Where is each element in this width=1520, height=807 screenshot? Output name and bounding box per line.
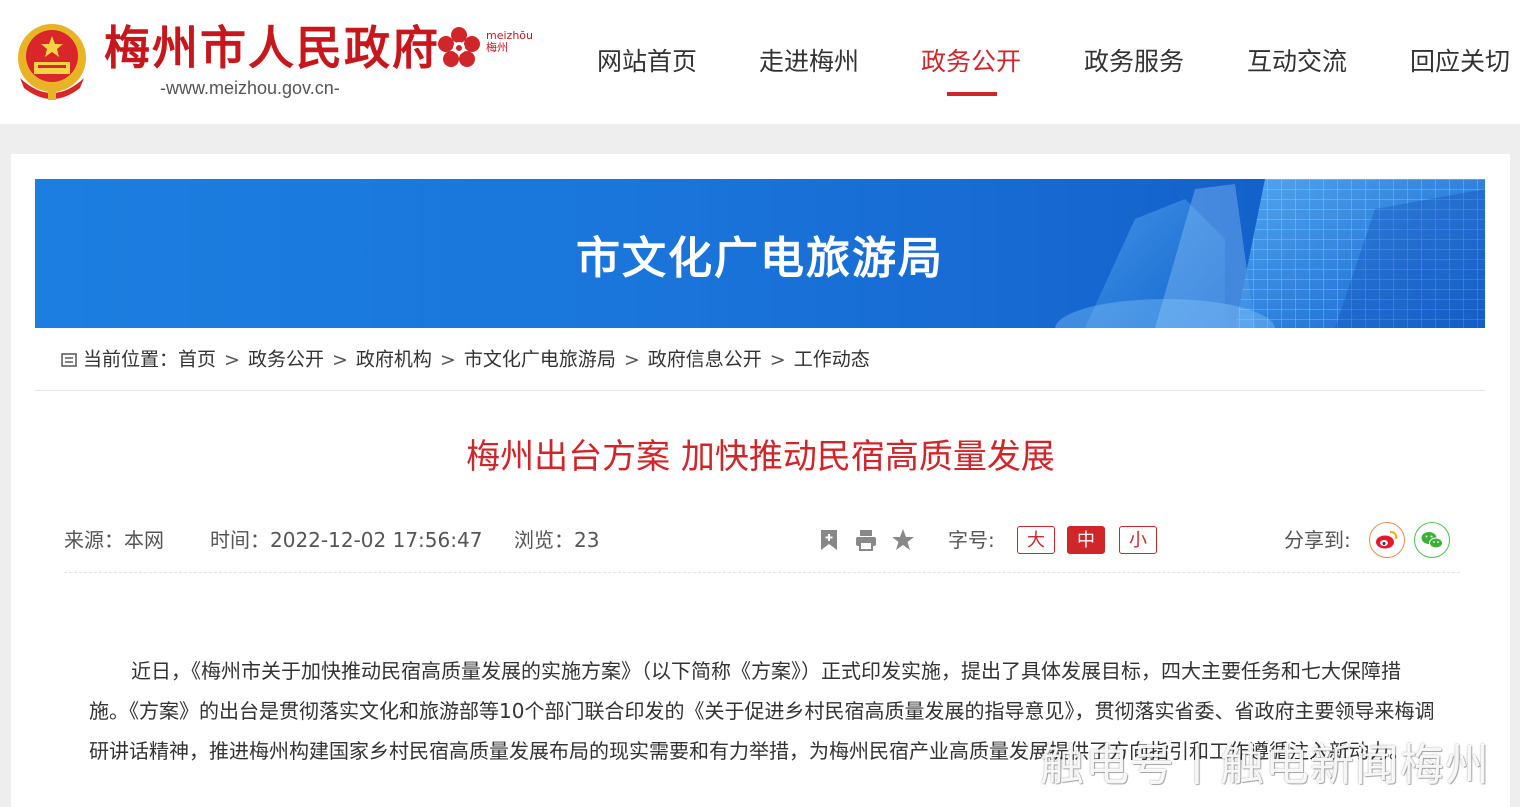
breadcrumb-separator: >	[769, 348, 786, 371]
breadcrumb-item-work-news[interactable]: 工作动态	[794, 349, 870, 371]
nav-item-services[interactable]: 政务服务	[1084, 38, 1184, 86]
list-icon	[61, 352, 77, 367]
breadcrumb: 当前位置：首页 > 政务公开 > 政府机构 > 市文化广电旅游局 > 政府信息公开 > 工作动态	[61, 344, 870, 375]
breadcrumb-item-home[interactable]: 首页	[178, 349, 216, 371]
article-time-value: 2022-12-02 17:56:47	[270, 528, 483, 552]
wechat-icon[interactable]	[1414, 522, 1450, 558]
font-size-small-button[interactable]: 小	[1119, 526, 1157, 554]
bookmark-icon[interactable]	[817, 528, 841, 552]
article-time: 时间：2022-12-02 17:56:47	[210, 522, 482, 558]
breadcrumb-separator: >	[439, 348, 456, 371]
article-views-value: 23	[574, 528, 600, 552]
share-label: 分享到:	[1284, 528, 1351, 552]
breadcrumb-prefix: 当前位置：	[83, 348, 179, 371]
star-icon[interactable]	[891, 528, 915, 552]
site-title[interactable]: 梅州市人民政府	[104, 20, 440, 76]
article-time-label: 时间：	[210, 528, 270, 552]
weibo-icon[interactable]	[1369, 522, 1405, 558]
emblem-icon[interactable]	[10, 18, 94, 104]
article-title: 梅州出台方案 加快推动民宿高质量发展	[466, 437, 1055, 477]
site-url: -www.meizhou.gov.cn-	[160, 78, 340, 98]
nav-item-response[interactable]: 回应关切	[1410, 38, 1510, 86]
nav-active-indicator	[947, 92, 997, 96]
banner-title: 市文化广电旅游局	[576, 233, 944, 284]
nav-item-home[interactable]: 网站首页	[597, 38, 697, 86]
source-watermark: 触电号丨触电新闻梅州	[1040, 740, 1490, 791]
breadcrumb-item-info-disclosure[interactable]: 政府信息公开	[648, 349, 762, 371]
article-views-label: 浏览：	[514, 528, 574, 552]
site-header: 梅州市人民政府 -www.meizhou.gov.cn- meizhōu 梅州 …	[0, 0, 1520, 124]
breadcrumb-separator: >	[224, 348, 240, 371]
article-views: 浏览：23	[514, 522, 599, 558]
city-logo-text: meizhōu 梅州	[486, 30, 533, 54]
department-banner: 市文化广电旅游局	[35, 179, 1485, 328]
breadcrumb-separator: >	[623, 348, 640, 371]
nav-item-gov-affairs[interactable]: 政务公开	[921, 38, 1021, 86]
article-source: 来源：本网	[64, 528, 164, 552]
content-card: 市文化广电旅游局 当前位置：首页 > 政务公开 > 政府机构 > 市文化广电旅游局 > 政府信息…	[11, 154, 1510, 807]
breadcrumb-item-department[interactable]: 市文化广电旅游局	[464, 349, 616, 371]
nav-item-about[interactable]: 走进梅州	[759, 38, 859, 86]
font-size-large-button[interactable]: 大	[1017, 526, 1055, 554]
breadcrumb-item-agencies[interactable]: 政府机构	[356, 349, 432, 371]
plum-blossom-logo-icon	[438, 27, 480, 67]
nav-item-interaction[interactable]: 互动交流	[1247, 38, 1347, 86]
breadcrumb-separator: >	[331, 348, 348, 371]
city-logo-text-bottom: 梅州	[486, 41, 508, 54]
font-size-label: 字号:	[948, 528, 995, 552]
breadcrumb-divider	[35, 390, 1485, 391]
breadcrumb-item-gov-affairs[interactable]: 政务公开	[248, 349, 324, 371]
article-meta: 来源：本网 时间：2022-12-02 17:56:47 浏览：23 字号: 大…	[64, 522, 1464, 558]
print-icon[interactable]	[854, 528, 878, 552]
meta-divider	[64, 572, 1460, 573]
font-size-medium-button[interactable]: 中	[1067, 526, 1105, 554]
